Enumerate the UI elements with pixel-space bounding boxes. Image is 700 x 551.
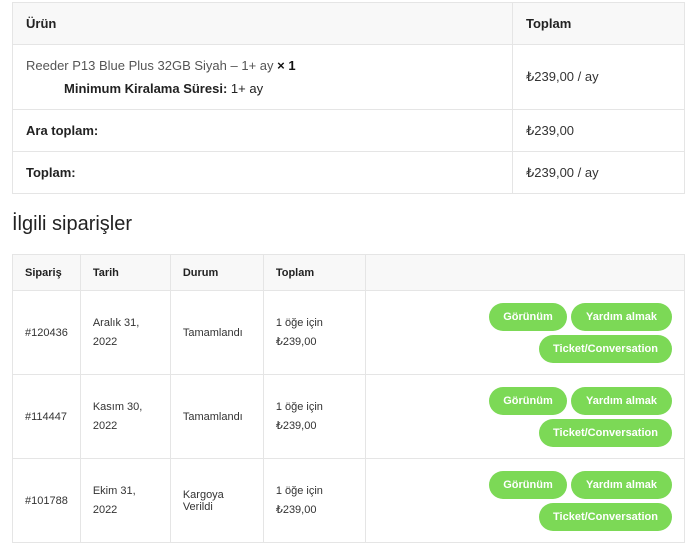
ticket-conversation-button[interactable]: Ticket/Conversation (539, 418, 672, 447)
rental-period-value: 1+ ay (230, 81, 264, 96)
related-orders-table: Sipariş Tarih Durum Toplam #120436 Aralı… (12, 254, 686, 543)
view-button[interactable]: Görünüm (489, 302, 567, 331)
order-item-count: 1 öğe için (275, 484, 323, 497)
order-actions: Görünüm Yardım almak Ticket/Conversation (364, 290, 686, 375)
rental-period-line: Minimum Kiralama Süresi: 1+ ay (26, 81, 499, 96)
order-date: Kasım 30, 2022 (79, 374, 171, 459)
total-column-header: Toplam (512, 2, 685, 45)
product-name: Reeder P13 Blue Plus 32GB Siyah – 1+ ay (26, 58, 274, 73)
order-date: Aralık 31, 2022 (79, 290, 171, 375)
get-help-button[interactable]: Yardım almak (571, 386, 672, 415)
order-date-line: 2022 (92, 335, 118, 348)
order-amount: ₺239,00 (275, 335, 317, 348)
order-status: Tamamlandı (169, 290, 264, 375)
subtotal-label: Ara toplam: (12, 109, 513, 152)
order-actions: Görünüm Yardım almak Ticket/Conversation (364, 458, 686, 543)
total-header: Toplam (262, 254, 366, 291)
related-orders-header: Sipariş Tarih Durum Toplam (12, 254, 686, 291)
order-item-total: ₺239,00 / ay (512, 44, 685, 110)
order-number[interactable]: #101788 (12, 458, 81, 543)
order-number-header: Sipariş (12, 254, 81, 291)
table-row: #114447 Kasım 30, 2022 Tamamlandı 1 öğe … (12, 374, 686, 459)
view-button[interactable]: Görünüm (489, 386, 567, 415)
table-row: #101788 Ekim 31, 2022 Kargoya Verildi 1 … (12, 458, 686, 543)
order-date-line: Aralık 31, (92, 316, 140, 329)
order-date-line: 2022 (92, 419, 118, 432)
order-details-header: Ürün Toplam (12, 2, 685, 45)
subtotal-value: ₺239,00 (512, 109, 685, 152)
view-button[interactable]: Görünüm (489, 470, 567, 499)
order-item-count: 1 öğe için (275, 316, 323, 329)
order-item-cell: Reeder P13 Blue Plus 32GB Siyah – 1+ ay … (12, 44, 513, 110)
product-column-header: Ürün (12, 2, 513, 45)
order-date-line: Ekim 31, 2022 (92, 484, 136, 516)
order-amount: ₺239,00 (275, 503, 317, 516)
order-total: 1 öğe için ₺239,00 (262, 290, 366, 375)
get-help-button[interactable]: Yardım almak (571, 470, 672, 499)
order-item-count: 1 öğe için (275, 400, 323, 413)
order-total: 1 öğe için ₺239,00 (262, 374, 366, 459)
total-label: Toplam: (12, 151, 513, 194)
status-header: Durum (169, 254, 264, 291)
date-header: Tarih (79, 254, 171, 291)
order-status: Kargoya Verildi (169, 458, 264, 543)
order-details-table: Ürün Toplam Reeder P13 Blue Plus 32GB Si… (12, 2, 685, 194)
order-item-row: Reeder P13 Blue Plus 32GB Siyah – 1+ ay … (12, 44, 685, 110)
rental-period-label: Minimum Kiralama Süresi: (64, 81, 228, 96)
product-line: Reeder P13 Blue Plus 32GB Siyah – 1+ ay … (26, 58, 499, 73)
order-number[interactable]: #120436 (12, 290, 81, 375)
order-date: Ekim 31, 2022 (79, 458, 171, 543)
total-row: Toplam: ₺239,00 / ay (12, 151, 685, 194)
ticket-conversation-button[interactable]: Ticket/Conversation (539, 502, 672, 531)
order-number[interactable]: #114447 (12, 374, 81, 459)
product-quantity: × 1 (277, 58, 296, 73)
actions-header (364, 254, 686, 291)
order-amount: ₺239,00 (275, 419, 317, 432)
subtotal-row: Ara toplam: ₺239,00 (12, 109, 685, 152)
order-date-line: Kasım 30, (92, 400, 143, 413)
ticket-conversation-button[interactable]: Ticket/Conversation (539, 334, 672, 363)
order-status: Tamamlandı (169, 374, 264, 459)
order-total: 1 öğe için ₺239,00 (262, 458, 366, 543)
related-orders-title: İlgili siparişler (12, 213, 133, 235)
table-row: #120436 Aralık 31, 2022 Tamamlandı 1 öğe… (12, 290, 686, 375)
total-value: ₺239,00 / ay (512, 151, 685, 194)
order-actions: Görünüm Yardım almak Ticket/Conversation (364, 374, 686, 459)
get-help-button[interactable]: Yardım almak (571, 302, 672, 331)
